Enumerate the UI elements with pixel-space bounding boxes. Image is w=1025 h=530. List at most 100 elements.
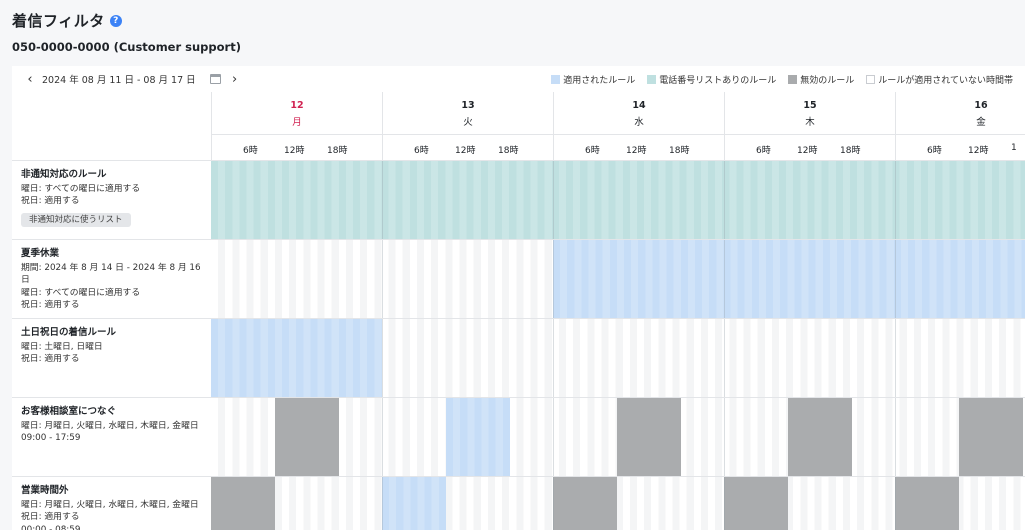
phone-list-tag[interactable]: 非通知対応に使うリスト <box>21 212 131 227</box>
day-divider <box>553 398 554 476</box>
rule-block-disabled[interactable] <box>275 398 340 476</box>
rule-block-applied[interactable] <box>382 477 447 530</box>
legend-item-disabled: 無効のルール <box>788 73 854 86</box>
rule-block-disabled[interactable] <box>788 398 853 476</box>
rule-name: 営業時間外 <box>21 485 69 496</box>
hour-label: 6時 <box>927 146 942 156</box>
hour-label: 18時 <box>669 146 690 156</box>
rule-detail: 曜日: すべての曜日に適用する <box>21 183 141 194</box>
legend-label: 電話番号リストありのルール <box>659 75 777 86</box>
rule-detail: 期間: 2024 年 8 月 14 日 - 2024 年 8 月 16 日 <box>21 262 201 286</box>
calendar-icon[interactable] <box>209 74 221 84</box>
rule-block-applied[interactable] <box>446 398 511 476</box>
rule-timeline <box>211 161 1025 240</box>
day-divider <box>553 161 554 239</box>
day-of-week: 月 <box>292 117 302 128</box>
hour-label: 6時 <box>414 146 429 156</box>
day-divider <box>895 398 896 476</box>
prev-week-button[interactable]: ‹ <box>22 71 38 87</box>
rule-label[interactable]: お客様相談室につなぐ 曜日: 月曜日, 火曜日, 水曜日, 木曜日, 金曜日 09:… <box>12 398 211 477</box>
day-of-week: 水 <box>634 117 644 128</box>
rule-block-disabled[interactable] <box>553 477 618 530</box>
legend-swatch-applied <box>551 74 561 84</box>
day-divider <box>382 161 383 239</box>
day-header[interactable]: 14 水 <box>553 92 724 135</box>
day-number: 16 <box>974 100 988 111</box>
day-divider <box>724 319 725 397</box>
day-header[interactable]: 16 金 <box>895 92 1025 135</box>
legend: 適用されたルール 電話番号リストありのルール 無効のルール ルールが適用されてい… <box>551 73 1013 86</box>
day-header[interactable]: 13 火 <box>382 92 553 135</box>
hour-label: 18時 <box>498 146 519 156</box>
hour-label: 12時 <box>626 146 647 156</box>
phone-number-subtitle: 050-0000-0000 (Customer support) <box>12 40 241 54</box>
date-range-label: 2024 年 08 月 11 日 - 08 月 17 日 <box>42 75 196 86</box>
day-of-week: 金 <box>976 117 986 128</box>
rule-name: 夏季休業 <box>21 248 60 259</box>
day-header[interactable]: 15 木 <box>724 92 895 135</box>
rule-detail: 曜日: 月曜日, 火曜日, 水曜日, 木曜日, 金曜日 <box>21 499 199 510</box>
day-divider <box>724 161 725 239</box>
hour-label: 12時 <box>797 146 818 156</box>
rule-detail: 祝日: 適用する <box>21 354 80 364</box>
rule-block-applied[interactable] <box>211 319 382 397</box>
next-week-button[interactable]: › <box>227 71 243 87</box>
legend-item-applied: 適用されたルール <box>551 73 635 86</box>
day-divider <box>553 319 554 397</box>
hour-label: 12時 <box>455 146 476 156</box>
day-number: 13 <box>461 100 475 111</box>
rule-label[interactable]: 土日祝日の着信ルール 曜日: 土曜日, 日曜日 祝日: 適用する <box>12 319 211 398</box>
day-divider <box>895 477 896 530</box>
grid-corner <box>12 92 211 161</box>
rule-block-applied[interactable] <box>553 240 1025 318</box>
hour-label: 12時 <box>968 146 989 156</box>
schedule-panel: ‹ 2024 年 08 月 11 日 - 08 月 17 日 › 適用されたルー… <box>12 66 1025 530</box>
legend-swatch-unapplied <box>866 74 876 84</box>
rule-label[interactable]: 夏季休業期間: 2024 年 8 月 14 日 - 2024 年 8 月 16 … <box>12 240 211 319</box>
help-icon[interactable]: ? <box>109 14 122 27</box>
day-divider <box>382 319 383 397</box>
hour-label-row: 6時 12時 18時 <box>382 135 553 161</box>
legend-label: 無効のルール <box>800 75 855 86</box>
rule-block-disabled[interactable] <box>895 477 960 530</box>
rule-detail: 祝日: 適用する <box>21 196 80 206</box>
schedule-grid: 12 月 6時 12時 18時 13 火 6時 12時 18時 14 水 6時 12時 18時 15 木 6時 12… <box>12 92 1025 530</box>
legend-item-phone-list: 電話番号リストありのルール <box>647 73 776 86</box>
rule-block-disabled[interactable] <box>959 398 1024 476</box>
hour-label: 18時 <box>840 146 861 156</box>
rule-block-disabled[interactable] <box>617 398 682 476</box>
rule-label[interactable]: 非通知対応のルール曜日: すべての曜日に適用する 祝日: 適用する非通知対応に使う… <box>12 161 211 240</box>
rule-block-disabled[interactable] <box>211 477 276 530</box>
hour-label-row: 6時 12時 1 <box>895 135 1025 161</box>
rule-label[interactable]: 営業時間外 曜日: 月曜日, 火曜日, 水曜日, 木曜日, 金曜日 祝日: 適用する… <box>12 477 211 530</box>
hour-label: 6時 <box>585 146 600 156</box>
day-of-week: 火 <box>463 117 473 128</box>
day-divider <box>895 319 896 397</box>
rule-detail: 曜日: 土曜日, 日曜日 <box>21 341 103 352</box>
rule-timeline <box>211 240 1025 319</box>
day-divider <box>895 240 896 318</box>
hour-label: 6時 <box>756 146 771 156</box>
hour-label-row: 6時 12時 18時 <box>211 135 382 161</box>
day-divider <box>553 240 554 318</box>
legend-item-unapplied: ルールが適用されていない時間帯 <box>866 73 1013 86</box>
rule-timeline <box>211 477 1025 530</box>
legend-label: 適用されたルール <box>563 75 636 86</box>
day-number: 15 <box>803 100 817 111</box>
day-divider <box>382 240 383 318</box>
rule-name: お客様相談室につなぐ <box>21 406 117 417</box>
day-divider <box>382 477 383 530</box>
rule-timeline <box>211 398 1025 477</box>
day-divider <box>724 398 725 476</box>
day-of-week: 木 <box>805 117 815 128</box>
rule-block-disabled[interactable] <box>724 477 789 530</box>
rule-timeline <box>211 319 1025 398</box>
hour-label: 1 <box>1011 143 1017 153</box>
rule-name: 非通知対応のルール <box>21 169 107 180</box>
day-divider <box>724 477 725 530</box>
day-divider <box>553 477 554 530</box>
rule-block-phone[interactable] <box>211 161 1025 239</box>
day-divider <box>382 398 383 476</box>
day-header[interactable]: 12 月 <box>211 92 382 135</box>
rule-detail: 曜日: 月曜日, 火曜日, 水曜日, 木曜日, 金曜日 <box>21 420 199 431</box>
